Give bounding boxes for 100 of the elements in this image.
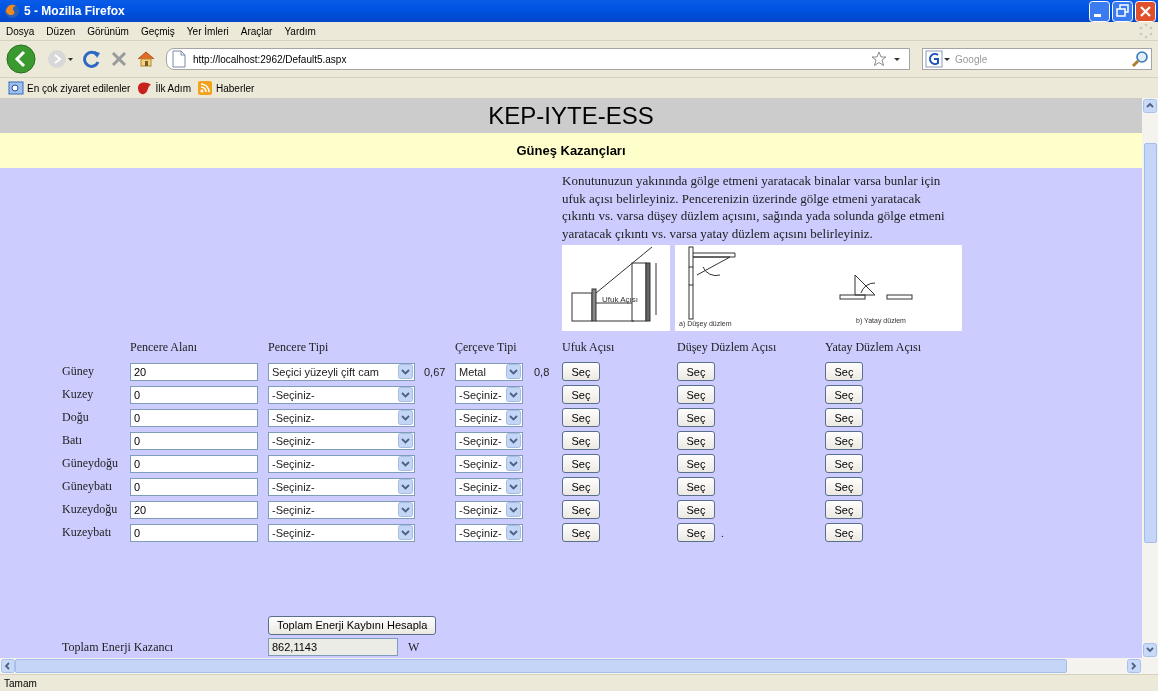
select-button[interactable]: Seç xyxy=(562,385,600,404)
row-label: Batı xyxy=(62,433,82,448)
scroll-right-icon[interactable] xyxy=(1127,659,1141,673)
row-label: Kuzeydoğu xyxy=(62,502,118,517)
search-engine-icon[interactable] xyxy=(925,50,951,68)
total-value-field[interactable]: 862,1143 xyxy=(268,638,398,656)
select-button[interactable]: Seç xyxy=(562,500,600,519)
area-input-field[interactable]: 0 xyxy=(130,523,258,542)
reload-icon[interactable] xyxy=(82,49,102,69)
area-input-field[interactable]: 0 xyxy=(130,385,258,404)
close-icon[interactable] xyxy=(1135,0,1156,22)
scroll-thumb[interactable] xyxy=(15,659,1067,673)
restore-icon[interactable] xyxy=(1112,0,1133,22)
select-button[interactable]: Seç xyxy=(825,500,863,519)
column-header: Düşey Düzlem Açısı xyxy=(677,339,777,355)
star-icon[interactable] xyxy=(871,51,887,67)
bookmark-item[interactable]: Haberler xyxy=(196,80,255,96)
select-button[interactable]: Seç xyxy=(825,431,863,450)
window-type-dropdown[interactable]: -Seçiniz- xyxy=(268,385,415,404)
area-input-field[interactable]: 0 xyxy=(130,477,258,496)
horizontal-scrollbar[interactable] xyxy=(0,658,1158,674)
scroll-up-icon[interactable] xyxy=(1143,99,1157,113)
menu-item[interactable]: Yer İmleri xyxy=(186,25,229,37)
section-heading: Güneş Kazançları xyxy=(516,143,626,158)
frame-type-dropdown[interactable]: -Seçiniz- xyxy=(455,454,523,473)
coefficient-value: 0,8 xyxy=(533,365,550,378)
frame-type-dropdown[interactable]: -Seçiniz- xyxy=(455,385,523,404)
magnifier-icon xyxy=(8,80,24,96)
column-header: Çerçeve Tipi xyxy=(455,339,517,355)
menu-item[interactable]: Düzen xyxy=(46,25,76,37)
column-header: Pencere Tipi xyxy=(268,339,329,355)
search-icon[interactable] xyxy=(1131,50,1149,68)
window-title: 5 - Mozilla Firefox xyxy=(24,4,125,18)
dropdown-arrow-icon[interactable] xyxy=(893,55,901,63)
select-button[interactable]: Seç xyxy=(677,385,715,404)
column-header: Pencere Alanı xyxy=(130,339,197,355)
scroll-left-icon[interactable] xyxy=(1,659,15,673)
area-input-field[interactable]: 20 xyxy=(130,500,258,519)
area-input-field[interactable]: 0 xyxy=(130,408,258,427)
dot-mark: . xyxy=(721,526,724,539)
status-text: Tamam xyxy=(4,677,37,689)
frame-type-dropdown[interactable]: -Seçiniz- xyxy=(455,500,523,519)
select-button[interactable]: Seç xyxy=(562,408,600,427)
select-button[interactable]: Seç xyxy=(677,477,715,496)
select-button[interactable]: Seç xyxy=(825,477,863,496)
select-button[interactable]: Seç xyxy=(562,362,600,381)
select-button[interactable]: Seç xyxy=(562,523,600,542)
bookmark-item[interactable]: İlk Adım xyxy=(136,80,191,96)
coefficient-value: 0,67 xyxy=(423,365,446,378)
row-label: Güneydoğu xyxy=(62,456,118,471)
column-header: Yatay Düzlem Açısı xyxy=(825,339,922,355)
stop-icon[interactable] xyxy=(110,50,128,68)
window-type-dropdown[interactable]: -Seçiniz- xyxy=(268,408,415,427)
frame-type-dropdown[interactable]: -Seçiniz- xyxy=(455,431,523,450)
frame-type-dropdown[interactable]: Metal xyxy=(455,362,523,381)
menu-item[interactable]: Geçmiş xyxy=(140,25,175,37)
select-button[interactable]: Seç xyxy=(677,408,715,427)
select-button[interactable]: Seç xyxy=(677,500,715,519)
menu-item[interactable]: Dosya xyxy=(6,25,35,37)
home-icon[interactable] xyxy=(136,49,156,69)
select-button[interactable]: Seç xyxy=(677,454,715,473)
rss-feed-icon xyxy=(196,80,213,96)
window-type-dropdown[interactable]: -Seçiniz- xyxy=(268,500,415,519)
select-button[interactable]: Seç xyxy=(562,477,600,496)
frame-type-dropdown[interactable]: -Seçiniz- xyxy=(455,408,523,427)
select-button[interactable]: Seç xyxy=(677,431,715,450)
address-field[interactable]: http://localhost:2962/Default5.aspx xyxy=(166,48,910,70)
frame-type-dropdown[interactable]: -Seçiniz- xyxy=(455,523,523,542)
minimize-icon[interactable] xyxy=(1089,0,1110,22)
window-type-dropdown[interactable]: -Seçiniz- xyxy=(268,523,415,542)
select-button[interactable]: Seç xyxy=(677,362,715,381)
select-button[interactable]: Seç xyxy=(825,408,863,427)
scroll-down-icon[interactable] xyxy=(1143,643,1157,657)
menu-item[interactable]: Araçlar xyxy=(240,25,273,37)
select-button[interactable]: Seç xyxy=(825,523,863,542)
select-button[interactable]: Seç xyxy=(825,454,863,473)
loading-throbber-icon xyxy=(1138,23,1154,39)
vertical-scrollbar[interactable] xyxy=(1142,98,1158,658)
area-input-field[interactable]: 20 xyxy=(130,362,258,381)
unit-label: W xyxy=(408,639,420,655)
select-button[interactable]: Seç xyxy=(562,431,600,450)
search-box[interactable]: Google xyxy=(922,48,1152,70)
calculate-button[interactable]: Toplam Enerji Kaybını Hesapla xyxy=(268,615,437,635)
window-type-dropdown[interactable]: -Seçiniz- xyxy=(268,477,415,496)
select-button[interactable]: Seç xyxy=(677,523,715,542)
window-type-dropdown[interactable]: -Seçiniz- xyxy=(268,454,415,473)
select-button[interactable]: Seç xyxy=(825,362,863,381)
window-type-dropdown[interactable]: -Seçiniz- xyxy=(268,431,415,450)
bookmark-item[interactable]: En çok ziyaret edilenler xyxy=(8,80,131,96)
menu-item[interactable]: Görünüm xyxy=(87,25,129,37)
row-label: Kuzeybatı xyxy=(62,525,112,540)
select-button[interactable]: Seç xyxy=(825,385,863,404)
area-input-field[interactable]: 0 xyxy=(130,431,258,450)
scroll-thumb[interactable] xyxy=(1143,143,1157,543)
row-label: Doğu xyxy=(62,410,89,425)
select-button[interactable]: Seç xyxy=(562,454,600,473)
window-type-dropdown[interactable]: Seçici yüzeyli çift cam xyxy=(268,362,415,381)
area-input-field[interactable]: 0 xyxy=(130,454,258,473)
frame-type-dropdown[interactable]: -Seçiniz- xyxy=(455,477,523,496)
menu-item[interactable]: Yardım xyxy=(284,25,316,37)
